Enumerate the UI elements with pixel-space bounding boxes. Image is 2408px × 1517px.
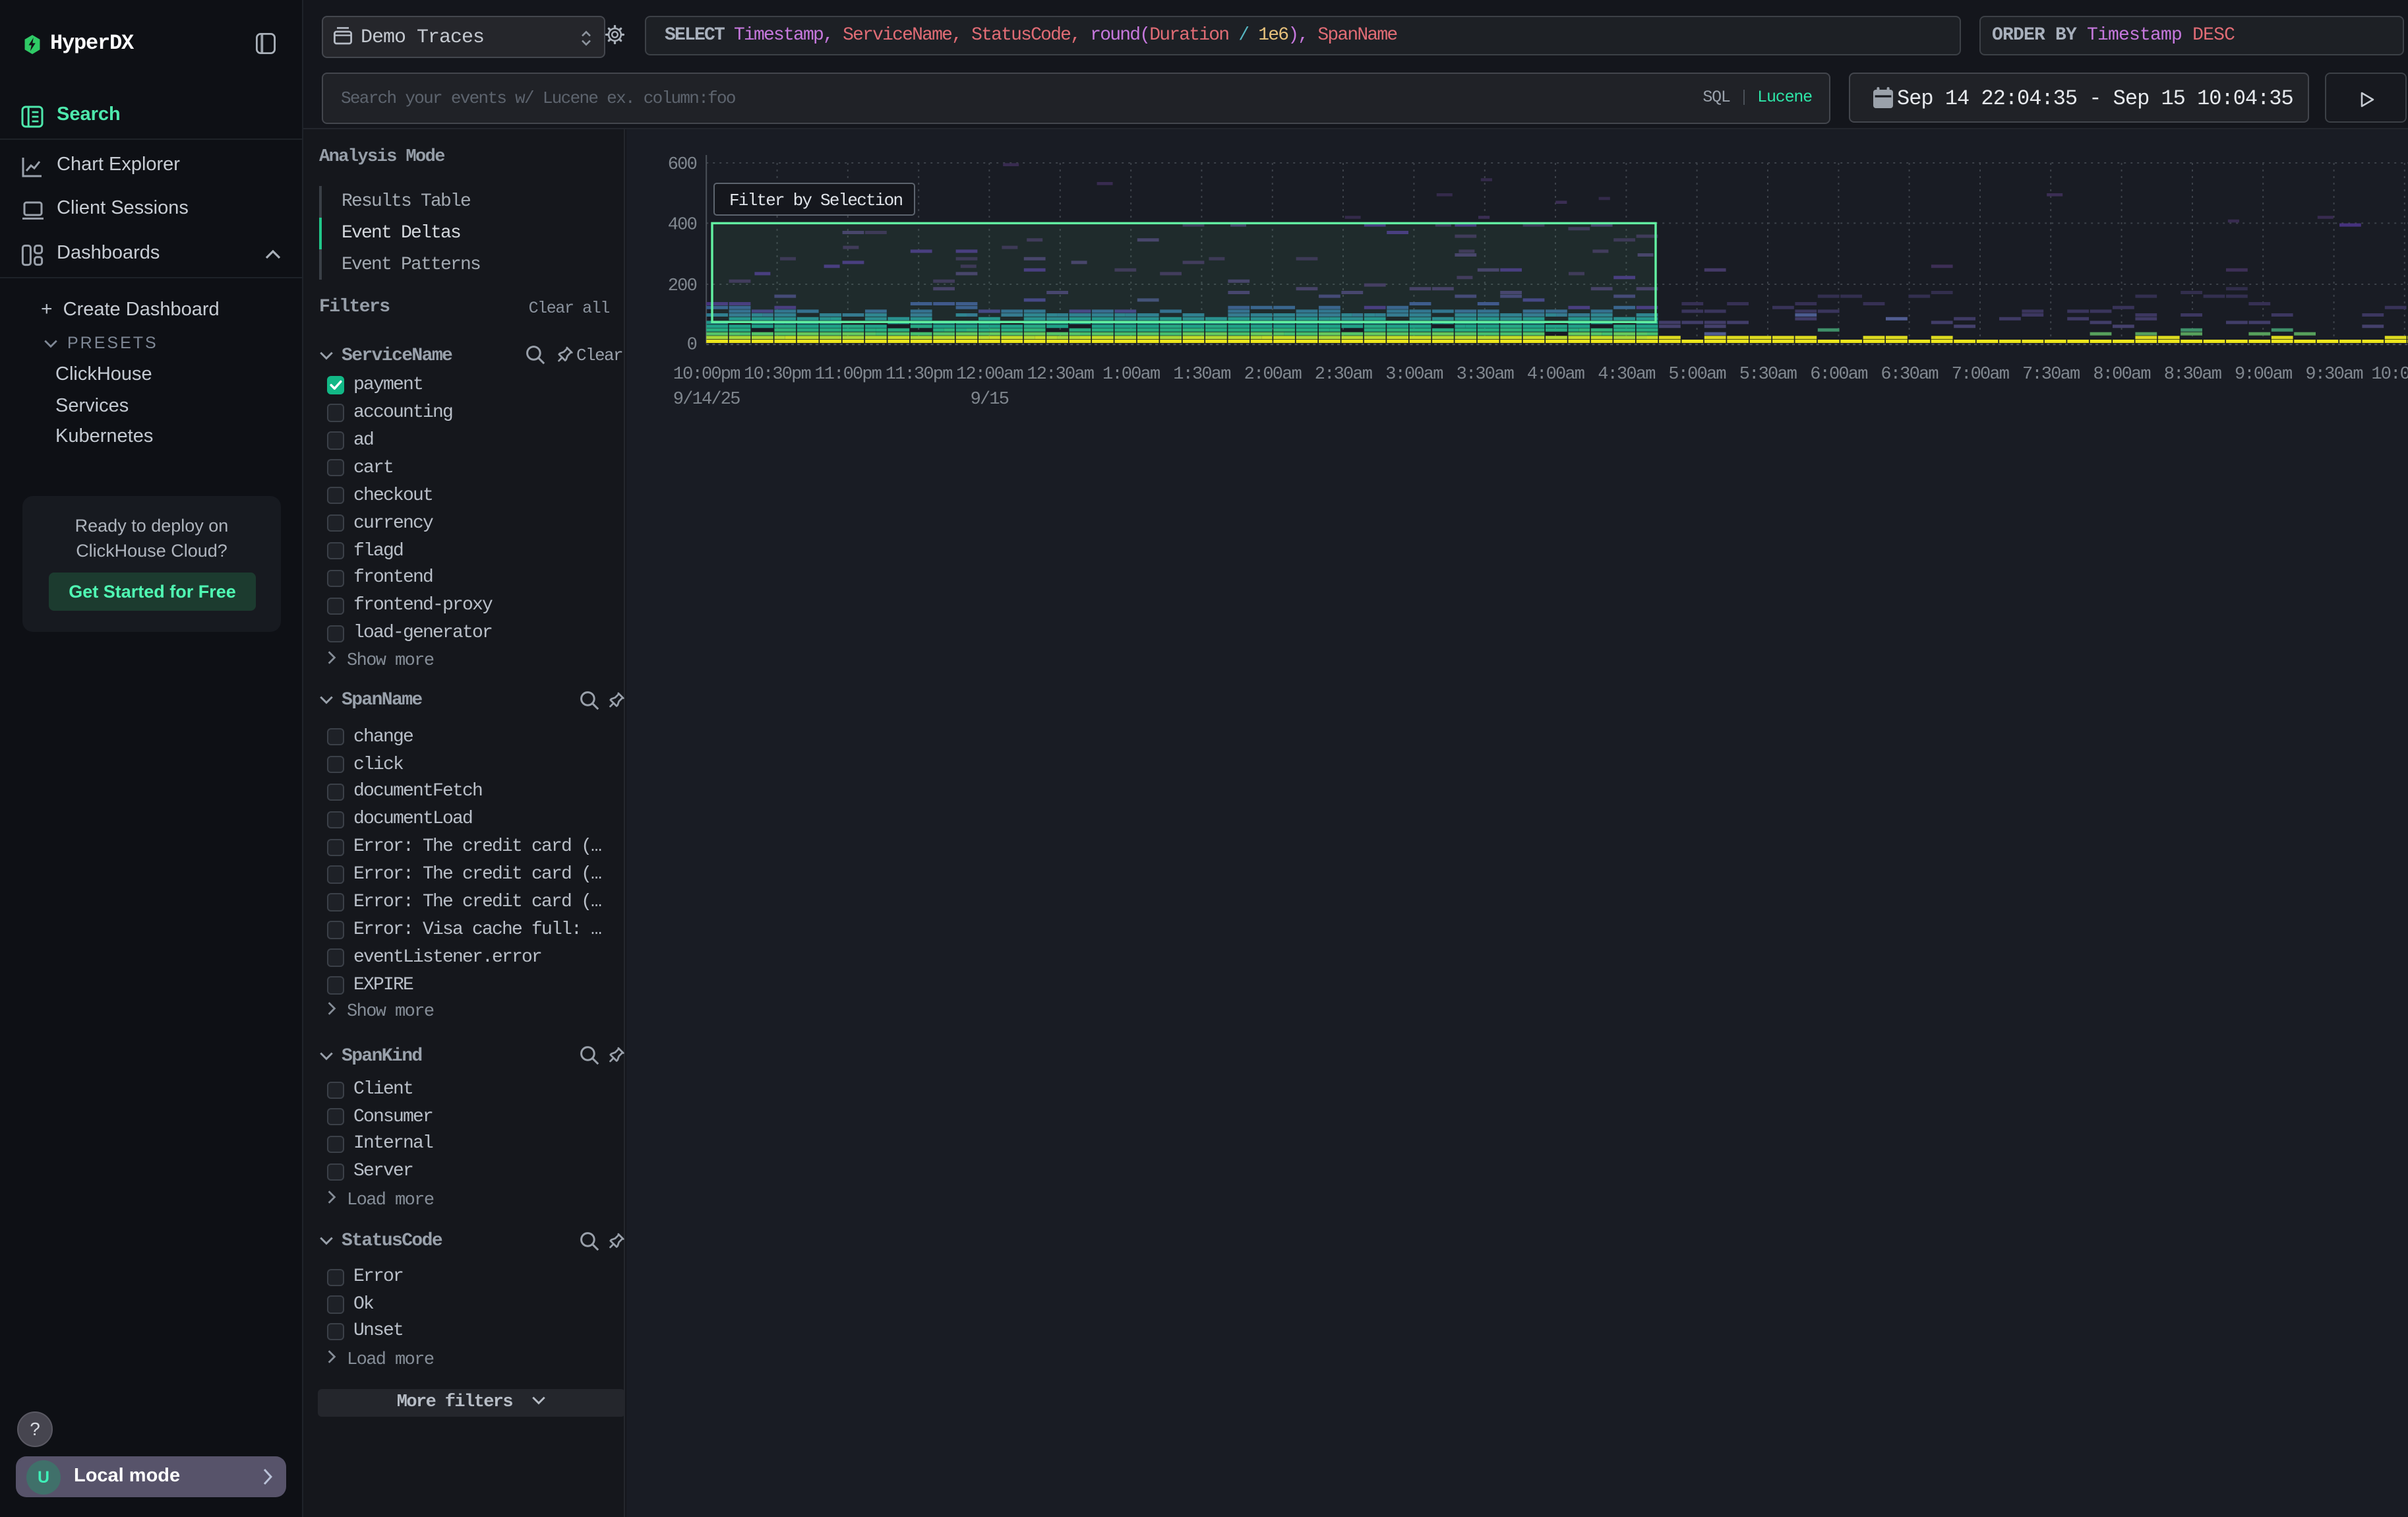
svg-text:2:30am: 2:30am (1315, 365, 1372, 385)
svg-text:8:30am: 8:30am (2164, 365, 2221, 385)
svg-text:0: 0 (687, 336, 697, 356)
svg-text:4:00am: 4:00am (1527, 365, 1584, 385)
svg-text:3:00am: 3:00am (1385, 365, 1443, 385)
svg-text:7:30am: 7:30am (2022, 365, 2080, 385)
svg-text:9/15: 9/15 (971, 390, 1009, 410)
svg-text:10:00am: 10:00am (2371, 365, 2408, 385)
svg-text:10:00pm: 10:00pm (673, 365, 740, 385)
svg-text:2:00am: 2:00am (1244, 365, 1302, 385)
svg-text:6:30am: 6:30am (1881, 365, 1938, 385)
svg-text:11:00pm: 11:00pm (814, 365, 881, 385)
svg-text:600: 600 (668, 155, 697, 175)
svg-text:9/14/25: 9/14/25 (673, 390, 740, 410)
svg-text:4:30am: 4:30am (1598, 365, 1655, 385)
svg-text:8:00am: 8:00am (2093, 365, 2150, 385)
svg-text:Filter by Selection: Filter by Selection (729, 191, 902, 210)
svg-text:3:30am: 3:30am (1457, 365, 1514, 385)
svg-text:6:00am: 6:00am (1810, 365, 1867, 385)
svg-text:12:00am: 12:00am (956, 365, 1023, 385)
svg-text:12:30am: 12:30am (1027, 365, 1093, 385)
svg-text:9:00am: 9:00am (2235, 365, 2292, 385)
svg-text:7:00am: 7:00am (1952, 365, 2009, 385)
svg-text:200: 200 (668, 276, 697, 296)
svg-text:5:00am: 5:00am (1668, 365, 1726, 385)
svg-text:11:30pm: 11:30pm (886, 365, 952, 385)
svg-text:400: 400 (668, 215, 697, 235)
svg-text:5:30am: 5:30am (1739, 365, 1797, 385)
svg-text:1:00am: 1:00am (1102, 365, 1160, 385)
svg-text:10:30pm: 10:30pm (744, 365, 810, 385)
svg-text:1:30am: 1:30am (1173, 365, 1230, 385)
svg-text:9:30am: 9:30am (2305, 365, 2363, 385)
